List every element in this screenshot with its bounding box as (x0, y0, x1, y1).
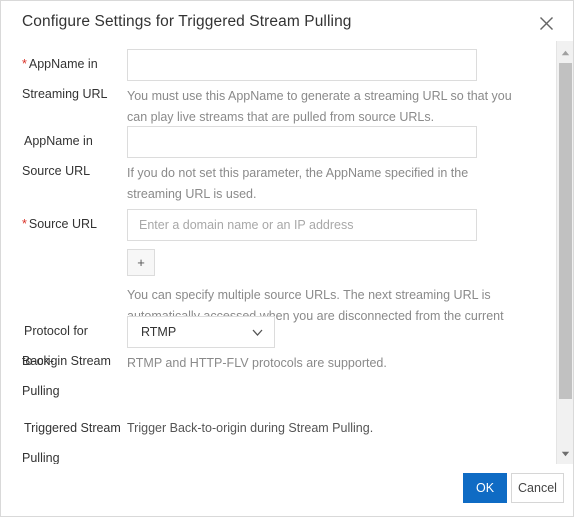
appname-source-url-input[interactable] (127, 126, 477, 158)
caret-up-icon[interactable] (557, 44, 573, 61)
cancel-button[interactable]: Cancel (511, 473, 564, 503)
source-url-control (127, 209, 477, 241)
helper-protocol: RTMP and HTTP-FLV protocols are supporte… (127, 356, 387, 370)
label-appname-source-url: AppName in (22, 126, 122, 156)
label-triggered-stream-pulling: Triggered Stream (22, 413, 122, 443)
chevron-down-icon (251, 326, 264, 344)
add-source-url-button[interactable]: + (127, 249, 155, 276)
label-text-line2: to-origin Stream (22, 354, 111, 368)
dialog-title: Configure Settings for Triggered Stream … (22, 13, 352, 30)
label-text-line3: Pulling (22, 384, 60, 398)
helper-appname-streaming-url: You must use this AppName to generate a … (127, 89, 512, 124)
configure-settings-dialog: Configure Settings for Triggered Stream … (0, 0, 574, 517)
dialog-header: Configure Settings for Triggered Stream … (1, 1, 573, 41)
dialog-footer: OK Cancel (1, 464, 573, 516)
close-glyph (539, 16, 553, 30)
appname-source-url-control (127, 126, 477, 158)
helper-appname-source-url: If you do not set this parameter, the Ap… (127, 166, 469, 201)
label-text-line2: Streaming URL (22, 87, 108, 101)
dialog-body: * AppName in Streaming URL You must use t… (1, 41, 573, 466)
protocol-select[interactable]: RTMP (127, 316, 275, 348)
required-marker: * (22, 217, 27, 231)
label-text-line2: Pulling (22, 451, 60, 465)
source-url-input[interactable] (127, 209, 477, 241)
label-text-line1: AppName in (28, 57, 98, 71)
label-source-url: * Source URL (22, 209, 122, 239)
close-icon[interactable] (535, 12, 557, 34)
chevron-down-glyph (252, 329, 263, 336)
appname-streaming-url-input[interactable] (127, 49, 477, 81)
vertical-scrollbar[interactable] (556, 41, 573, 466)
label-text-line1: Triggered Stream (24, 421, 121, 435)
caret-down-glyph (561, 451, 569, 456)
label-text-line2: Source URL (22, 164, 91, 178)
label-text-line1: AppName in (24, 134, 93, 148)
triggered-stream-pulling-text: Trigger Back-to-origin during Stream Pul… (127, 421, 374, 435)
caret-down-icon[interactable] (557, 445, 573, 462)
required-marker: * (22, 57, 27, 71)
protocol-select-control: RTMP (127, 316, 275, 348)
caret-up-glyph (561, 50, 569, 55)
label-appname-streaming-url: * AppName in (22, 49, 122, 79)
protocol-select-value: RTMP (141, 325, 177, 339)
ok-button[interactable]: OK (463, 473, 507, 503)
scrollbar-thumb[interactable] (559, 63, 572, 399)
appname-streaming-url-control (127, 49, 477, 81)
label-text-line1: Source URL (28, 217, 97, 231)
